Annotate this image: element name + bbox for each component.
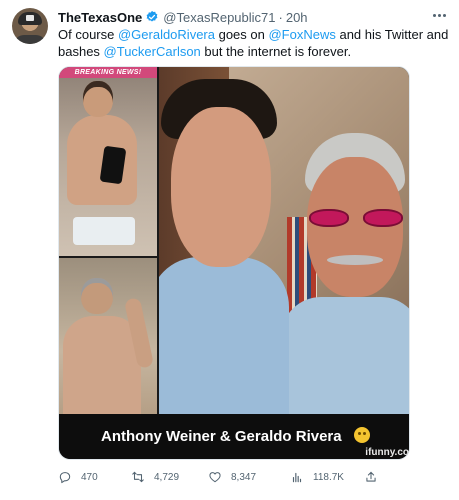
more-dot bbox=[437, 13, 441, 17]
reply-icon bbox=[59, 472, 71, 484]
figure-shirt bbox=[281, 297, 409, 414]
figure-torso bbox=[63, 316, 141, 414]
media-image[interactable]: BREAKING NEWS! Anthony Weiner & Geraldo … bbox=[58, 66, 410, 460]
tweet: TheTexasOne @TexasRepublic71 · 20h Of co… bbox=[0, 0, 459, 500]
mention-tuckercarlson[interactable]: @TuckerCarlson bbox=[104, 44, 201, 59]
handle[interactable]: @TexasRepublic71 bbox=[163, 10, 275, 25]
mention-foxnews[interactable]: @FoxNews bbox=[268, 27, 335, 42]
tweet-text: Of course @GeraldoRivera goes on @FoxNew… bbox=[58, 26, 450, 60]
like-button[interactable]: 8,347 bbox=[208, 467, 256, 487]
figure-face bbox=[171, 107, 271, 267]
mustache bbox=[327, 255, 383, 265]
retweet-button[interactable]: 4,729 bbox=[131, 467, 179, 487]
image-caption: Anthony Weiner & Geraldo Rivera bbox=[101, 428, 342, 445]
figure-head bbox=[83, 81, 113, 117]
share-button[interactable] bbox=[364, 467, 387, 487]
views-button[interactable]: 118.7K bbox=[290, 467, 344, 487]
tinted-glasses bbox=[309, 209, 403, 229]
avatar-hat bbox=[18, 12, 42, 25]
photo-panel-duo bbox=[159, 67, 409, 414]
action-bar: 470 4,729 8,347 118.7K bbox=[58, 467, 450, 487]
text-part: but the internet is forever. bbox=[200, 44, 352, 59]
text-part: goes on bbox=[214, 27, 269, 42]
lens bbox=[309, 209, 349, 227]
avatar[interactable] bbox=[12, 8, 48, 44]
mention-geraldorivera[interactable]: @GeraldoRivera bbox=[118, 27, 215, 42]
reply-button[interactable]: 470 bbox=[58, 467, 98, 487]
share-icon bbox=[366, 471, 376, 482]
watermark: ifunny.co bbox=[365, 447, 409, 458]
display-name[interactable]: TheTexasOne bbox=[58, 10, 142, 25]
text-part: Of course bbox=[58, 27, 118, 42]
avatar-shirt bbox=[14, 35, 46, 44]
like-icon bbox=[209, 472, 221, 483]
separator: · bbox=[278, 9, 283, 25]
like-count: 8,347 bbox=[231, 471, 257, 483]
figure-shirt bbox=[159, 257, 289, 414]
views-icon bbox=[292, 472, 302, 483]
photo-panel-mirror bbox=[59, 258, 157, 414]
more-icon[interactable] bbox=[430, 9, 448, 21]
tweet-header: TheTexasOne @TexasRepublic71 · 20h bbox=[58, 9, 308, 25]
photo-panel-selfie: BREAKING NEWS! bbox=[59, 67, 157, 256]
breaking-news-banner: BREAKING NEWS! bbox=[59, 67, 157, 78]
figure-head bbox=[81, 278, 113, 314]
reply-count: 470 bbox=[81, 471, 98, 483]
lens bbox=[363, 209, 403, 227]
verified-icon bbox=[146, 10, 158, 22]
figure-shorts bbox=[73, 217, 135, 245]
timestamp[interactable]: 20h bbox=[286, 10, 308, 25]
more-dot bbox=[432, 13, 436, 17]
retweet-count: 4,729 bbox=[154, 471, 180, 483]
retweet-icon bbox=[132, 471, 144, 483]
more-dot bbox=[442, 13, 446, 17]
view-count: 118.7K bbox=[313, 471, 344, 483]
thinking-face-icon bbox=[354, 427, 370, 443]
